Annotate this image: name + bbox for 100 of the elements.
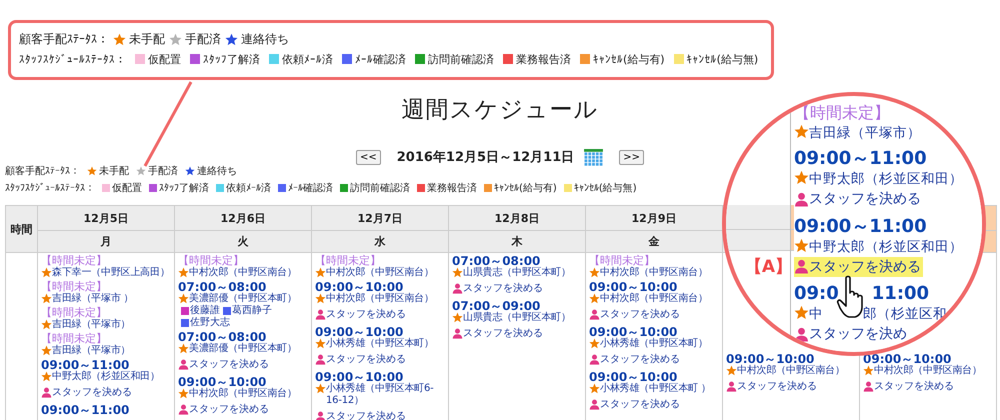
person-icon [589, 354, 600, 365]
time-label: 09:0 [794, 283, 839, 304]
person-icon [589, 399, 600, 410]
customer-name[interactable]: 吉田緑（平塚市） [52, 319, 172, 331]
time-label: 09:00～10:00 [726, 353, 814, 365]
time-label: 【時間未定】 [41, 333, 108, 345]
legend-label: 依頼ﾒｰﾙ済 [282, 52, 333, 66]
assign-staff-link[interactable]: スタッフを決める [726, 380, 817, 392]
customer-name[interactable]: 中野太郎（杉並区和田） [52, 371, 172, 383]
assign-staff-link[interactable]: スタッフを決める [178, 358, 269, 370]
customer-name[interactable]: 小林秀雄（中野区本町） [326, 338, 446, 350]
customer-name[interactable]: 小林秀雄（中野区本町 ） [600, 383, 720, 395]
customer-name[interactable]: 中村次郎（中野区南台） [600, 293, 720, 305]
person-icon [794, 326, 809, 342]
customer-name[interactable]: 森下幸一（中野区上高田） [52, 267, 172, 279]
person-icon [452, 328, 463, 339]
person-icon [315, 309, 326, 320]
time-label: 07:00～08:00 [452, 255, 540, 267]
assign-staff-link[interactable]: スタッフを決める [452, 282, 543, 294]
time-label: 07:00～09:00 [452, 300, 540, 312]
legend-label: 仮配置 [112, 182, 142, 194]
customer-name[interactable]: 中村次郎（中野区南台） [326, 293, 446, 305]
customer-name[interactable]: 山県貴志（中野区本町） [463, 267, 583, 279]
person-icon [726, 381, 737, 392]
person-icon [178, 404, 189, 415]
assign-staff-link[interactable]: スタッフを決める [315, 308, 406, 320]
assign-staff-link[interactable]: スタッフを決める [589, 308, 680, 320]
legend-label: 依頼ﾒｰﾙ済 [226, 182, 271, 194]
legend-label: ｽﾀｯﾌ了解済 [159, 182, 209, 194]
person-icon [178, 359, 189, 370]
assign-staff-link[interactable]: スタッフを決める [589, 354, 680, 366]
customer-name[interactable]: 中村次郎（中野区南台） [737, 365, 857, 377]
legend-label: 仮配置 [148, 52, 181, 66]
assign-staff-link[interactable]: スタッフを決める [794, 256, 923, 276]
customer-name[interactable]: 美濃部優（中野区本町） [189, 343, 309, 355]
legend-label: 顧客手配ｽﾃｰﾀｽ： [19, 30, 109, 48]
column-header: 12月5日 [38, 206, 175, 231]
next-week-button[interactable]: >> [619, 150, 644, 164]
customer-name[interactable]: 山県貴志（中野区本町） [463, 312, 583, 324]
assign-staff-link[interactable]: スタッフを決める [794, 189, 923, 209]
person-icon [315, 354, 326, 365]
legend-label: 未手配 [99, 164, 129, 178]
person-icon [452, 283, 463, 294]
customer-name[interactable]: 小林秀雄（中野区本町） [600, 338, 720, 350]
legend-label: 連絡待ち [241, 30, 289, 48]
assign-staff-link[interactable]: スタッフを決める [315, 354, 406, 366]
staff-name[interactable]: 佐野大志 [190, 317, 230, 329]
customer-name[interactable]: 中村次郎（中野区南台） [189, 388, 309, 400]
legend-label: ﾒｰﾙ確認済 [288, 182, 333, 194]
legend-label: ｷｬﾝｾﾙ(給与無) [686, 52, 758, 66]
customer-name[interactable]: 小林秀雄（中野区本町6-16-12） [326, 383, 446, 407]
person-icon [794, 259, 809, 274]
staff-name[interactable]: 葛西静子 [232, 305, 272, 317]
column-header: 12月8日 [449, 206, 586, 231]
time-label: 【時間未定】 [794, 102, 891, 123]
customer-name[interactable]: 中村次郎（中野区南台） [326, 267, 446, 279]
assign-staff-link[interactable]: スタッフを決める [589, 398, 680, 410]
column-header: 時間 [6, 206, 38, 253]
time-label: 09:00～10:00 [178, 376, 266, 388]
time-label: 09:00～11:00 [794, 216, 928, 236]
callout-marker: 【A】 [744, 256, 792, 276]
time-label: 【時間未定】 [315, 255, 381, 267]
assign-staff-link[interactable]: スタッフを決める [178, 404, 269, 416]
time-label: 【時間未定】 [589, 255, 655, 267]
assign-staff-link[interactable]: スタッフを決める [863, 380, 954, 392]
customer-name[interactable]: 中村次郎（中野区南台） [874, 365, 994, 377]
column-header: 火 [175, 231, 312, 253]
legend-label: ｷｬﾝｾﾙ(給与有) [593, 52, 665, 66]
customer-name[interactable]: 中野太郎（杉並区和田） [809, 171, 963, 187]
previous-week-button[interactable]: << [356, 150, 381, 164]
column-header: 月 [38, 231, 175, 253]
time-label: 09:00～11:00 [41, 404, 130, 416]
customer-name[interactable]: 吉田緑（平塚市） [809, 125, 921, 141]
time-label: 【時間未定】 [178, 255, 244, 267]
person-icon [589, 309, 600, 320]
customer-name[interactable]: 中村次郎（中野区南台） [600, 267, 720, 279]
customer-name[interactable]: 中野太郎（杉並区和田） [809, 238, 963, 254]
assign-staff-link[interactable]: スタッフを決める [41, 386, 132, 398]
customer-name[interactable]: 中村次郎（中野区南台） [189, 267, 309, 279]
assign-staff-link[interactable]: スタッフを決める [315, 410, 406, 420]
assign-staff-link[interactable]: スタッフを決め [794, 324, 909, 344]
time-label: 07:00～08:00 [178, 281, 266, 293]
person-icon [794, 192, 809, 206]
assign-staff-link[interactable]: スタッフを決める [452, 328, 543, 340]
customer-name[interactable]: 中 [809, 306, 823, 322]
legend-label: ﾒｰﾙ確認済 [355, 52, 406, 66]
calendar-icon[interactable] [584, 148, 604, 166]
customer-name[interactable]: 美濃部優（中野区本町） [189, 293, 297, 305]
legend-label: 連絡待ち [197, 164, 237, 178]
legend-label: 業務報告済 [427, 182, 477, 194]
legend-label: ｽﾀｯﾌ了解済 [203, 52, 260, 66]
time-label: 【時間未定】 [41, 307, 108, 319]
column-header: 水 [312, 231, 449, 253]
customer-name[interactable]: 吉田緑（平塚市 ） [52, 293, 172, 305]
staff-name[interactable]: 後藤誰 [190, 305, 220, 317]
customer-name[interactable]: 吉田緑（平塚市） [52, 345, 172, 357]
time-label: 09:00～10:00 [589, 326, 678, 338]
time-label: 【時間未定】 [41, 281, 108, 293]
legend-label: ｽﾀｯﾌｽｹｼﾞｭｰﾙｽﾃｰﾀｽ： [5, 182, 95, 194]
person-icon [315, 411, 326, 420]
